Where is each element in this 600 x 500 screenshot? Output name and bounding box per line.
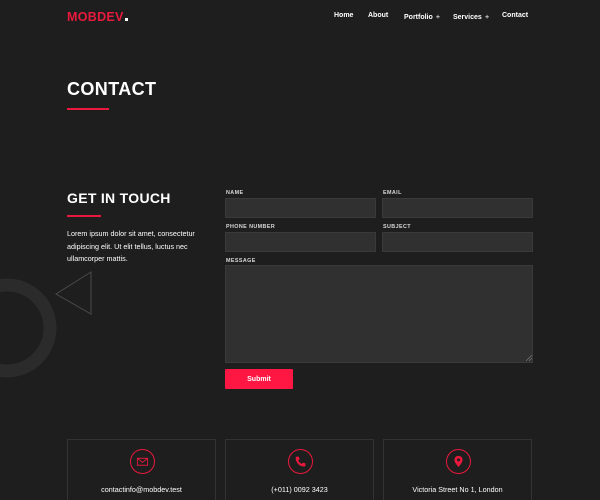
nav-item-label: Contact [502,12,529,19]
address-info-card: Victoria Street No 1, London [383,439,532,500]
email-label: EMAIL [383,190,402,196]
email-address[interactable]: contactinfo@mobdev.test [68,485,215,494]
main-nav: Home About Portfolio + Services + Contact [0,12,600,24]
email-input[interactable] [382,198,533,218]
email-info-card: contactinfo@mobdev.test [67,439,216,500]
get-in-touch-underline [67,215,101,217]
expand-plus-icon: + [435,12,441,21]
nav-item-label: Home [334,12,354,19]
phone-info-card: (+011) 0092 3423 [225,439,374,500]
message-label: MESSAGE [226,258,256,264]
decorative-ring [0,278,57,378]
message-textarea[interactable] [225,265,533,363]
decorative-triangle-icon [55,271,92,315]
nav-item-label: Services [453,14,482,21]
phone-number[interactable]: (+011) 0092 3423 [226,485,373,494]
name-label: NAME [226,190,244,196]
get-in-touch-text: Lorem ipsum dolor sit amet, consectetur … [67,229,195,263]
expand-plus-icon: + [484,12,490,21]
site-header: MOBDEV Home About Portfolio + Services + C… [0,0,600,34]
nav-item-home[interactable]: Home [334,12,353,19]
nav-item-label: Portfolio [404,14,433,21]
submit-button[interactable]: Submit [225,369,293,389]
nav-item-services[interactable]: Services + [453,12,489,21]
name-input[interactable] [225,198,376,218]
nav-item-contact[interactable]: Contact [502,12,528,19]
subject-input[interactable] [382,232,533,252]
subject-label: SUBJECT [383,224,411,230]
decorative-shapes [0,271,92,378]
resize-grip-icon[interactable] [526,355,532,361]
mail-icon [130,449,155,474]
phone-label: PHONE NUMBER [226,224,276,230]
address-text: Victoria Street No 1, London [412,485,503,494]
location-pin-icon [446,449,471,474]
page-title: CONTACT [67,79,157,99]
nav-item-label: About [368,12,389,19]
nav-item-about[interactable]: About [368,12,388,19]
title-underline [67,108,109,110]
get-in-touch-heading: GET IN TOUCH [67,190,171,206]
phone-icon [288,449,313,474]
phone-input[interactable] [225,232,376,252]
nav-item-portfolio[interactable]: Portfolio + [404,12,440,21]
